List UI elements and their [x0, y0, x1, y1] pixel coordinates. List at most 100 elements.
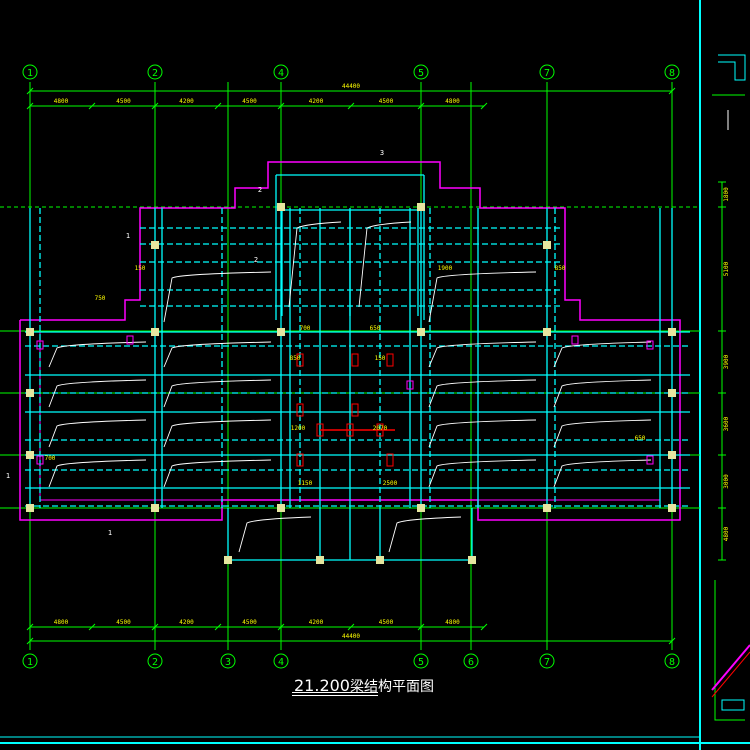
dim-top-segment-label: 4800 — [445, 98, 460, 105]
column — [417, 328, 425, 336]
beam-tag: 700 — [45, 455, 56, 462]
slab-mark — [571, 335, 579, 345]
rebar-stroke — [48, 459, 147, 488]
detail-section-bottom — [714, 580, 745, 721]
rebar-stroke — [388, 516, 462, 553]
beam-tag: 2500 — [383, 480, 398, 487]
beam-layer — [25, 174, 690, 561]
slab-mark-label: 1 — [108, 529, 112, 537]
dim-right-label: 1800 — [723, 187, 730, 202]
beam-tag: 750 — [95, 295, 106, 302]
column — [668, 328, 676, 336]
axis-label-top: 4 — [278, 68, 284, 79]
column — [26, 504, 34, 512]
axis-label-bottom: 1 — [27, 657, 33, 668]
axis-label-top: 2 — [152, 68, 158, 79]
beam-tag: 2070 — [373, 425, 388, 432]
dim-bottom-segment-label: 4500 — [379, 619, 394, 626]
rebar-stroke — [48, 419, 147, 448]
column — [151, 241, 159, 249]
column — [417, 504, 425, 512]
axis-label-bottom: 6 — [468, 657, 474, 668]
column — [316, 556, 324, 564]
dim-bottom-segment-label: 4500 — [242, 619, 257, 626]
dim-top-segment-label: 4200 — [179, 98, 194, 105]
slab-mark-label: 2 — [254, 256, 258, 264]
beam-tag: 1200 — [291, 425, 306, 432]
axis-label-bottom: 8 — [669, 657, 675, 668]
beam-tag: 1150 — [298, 480, 313, 487]
beam-tag: 850 — [290, 355, 301, 362]
beam-tag: 850 — [555, 265, 566, 272]
slab-mark-label: 2 — [258, 186, 262, 194]
column — [26, 389, 34, 397]
slab-mark-label: 1 — [6, 472, 10, 480]
column — [151, 504, 159, 512]
column — [151, 328, 159, 336]
rebar-stroke — [163, 271, 272, 323]
drawing-title-underline-2 — [292, 695, 378, 696]
section-mark — [351, 403, 359, 417]
detail-callouts-layer — [711, 54, 750, 721]
dim-top-segment-label: 4500 — [116, 98, 131, 105]
column — [543, 241, 551, 249]
dim-top-segment-label: 4800 — [54, 98, 69, 105]
rebar-stroke — [553, 419, 652, 448]
detail-beam-box — [721, 699, 745, 711]
rebar-stroke — [163, 419, 272, 448]
axis-label-bottom: 2 — [152, 657, 158, 668]
column — [277, 328, 285, 336]
axis-label-top: 7 — [544, 68, 550, 79]
column — [468, 556, 476, 564]
column — [668, 504, 676, 512]
detail-stair-slab — [711, 644, 750, 691]
dim-right-label: 3900 — [723, 354, 730, 369]
column — [26, 451, 34, 459]
rebar-stroke — [428, 341, 537, 368]
detail-stair-rebar — [711, 651, 750, 698]
axis-label-bottom: 3 — [225, 657, 231, 668]
dim-top-overall-label: 44400 — [342, 83, 360, 90]
beam-tag: 1900 — [438, 265, 453, 272]
axis-label-bottom: 4 — [278, 657, 284, 668]
dim-bottom-segment-label: 4800 — [54, 619, 69, 626]
rebar-stroke — [238, 516, 312, 553]
column — [668, 389, 676, 397]
beam-tag: 150 — [135, 265, 146, 272]
column — [224, 556, 232, 564]
rebar-stroke — [428, 271, 537, 323]
axis-label-bottom: 5 — [418, 657, 424, 668]
axis-label-top: 8 — [669, 68, 675, 79]
drawing-title: 21.200梁结构平面图 — [294, 676, 434, 696]
column — [277, 203, 285, 211]
detail-section-top — [718, 54, 746, 81]
drawing-title-underline — [292, 692, 378, 693]
section-mark — [351, 353, 359, 367]
dim-top-segment-label: 4200 — [309, 98, 324, 105]
rebar-stroke — [288, 221, 342, 308]
section-mark — [386, 453, 394, 467]
cad-drawing-canvas: 1 2 4 5 7 8 1 2 3 4 5 6 7 8 4800 4500 4200 4500 4200 4500 4… — [0, 0, 750, 750]
section-mark — [386, 353, 394, 367]
dim-right-label: 5100 — [723, 261, 730, 276]
slab-mark-label: 3 — [380, 149, 384, 157]
column — [277, 504, 285, 512]
dim-bottom-segment-label: 4500 — [116, 619, 131, 626]
dim-top-segment-label: 4500 — [379, 98, 394, 105]
column — [668, 451, 676, 459]
beam-tag: 700 — [300, 325, 311, 332]
rebar-stroke — [428, 419, 537, 448]
dim-right-label: 3000 — [723, 474, 730, 489]
column — [376, 556, 384, 564]
axis-label-top: 5 — [418, 68, 424, 79]
dim-bottom-overall-label: 44400 — [342, 633, 360, 640]
dim-right-label: 4800 — [723, 526, 730, 541]
column — [543, 504, 551, 512]
axis-label-bottom: 7 — [544, 657, 550, 668]
column — [417, 203, 425, 211]
structural-plan: 1 2 4 5 7 8 1 2 3 4 5 6 7 8 4800 4500 4200 4500 4200 4500 4… — [0, 0, 750, 750]
beam-tag: 650 — [635, 435, 646, 442]
dim-top-segment-label: 4500 — [242, 98, 257, 105]
rebar-stroke — [428, 459, 537, 488]
rebar-stroke — [358, 221, 412, 308]
